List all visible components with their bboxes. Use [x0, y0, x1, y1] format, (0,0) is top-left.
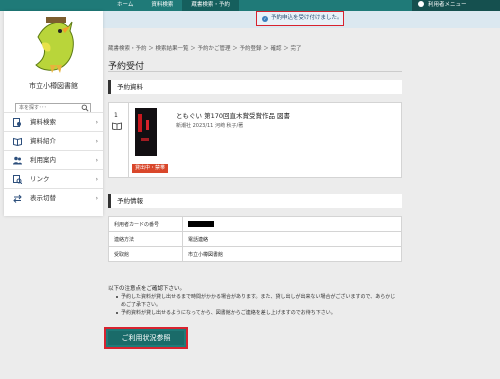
- search-icon[interactable]: [81, 104, 89, 112]
- reservation-info-table: 利用者カードの番号 連絡方法 電話連絡 受取館 市立小樽図書館: [108, 216, 402, 262]
- note-item: 予約した資料が貸し出せるまで時間がかかる場合があります。また、貸し出しが出来ない…: [116, 293, 400, 309]
- user-icon: [418, 1, 424, 7]
- link-search-icon: [13, 175, 22, 184]
- sidebar: 市立小樽図書館 本を探す･･･ 資料検索 › 資料紹介 › 利用案内 › リンク…: [4, 11, 103, 216]
- nav-catalog-reservation[interactable]: 蔵書検索・予約: [182, 0, 239, 11]
- chevron-right-icon: ›: [95, 176, 98, 183]
- sidebar-item-guide[interactable]: 利用案内 ›: [4, 150, 103, 169]
- sidebar-item-search[interactable]: 資料検索 ›: [4, 112, 103, 131]
- sidebar-item-introduction[interactable]: 資料紹介 ›: [4, 131, 103, 150]
- top-nav: ホーム 資料検索 蔵書検索・予約: [108, 0, 239, 11]
- book-title[interactable]: ともぐい 第170回直木賞受賞作品 図書: [176, 110, 290, 120]
- notes-list: 予約した資料が貸し出せるまで時間がかかる場合があります。また、貸し出しが出来ない…: [116, 293, 400, 317]
- user-menu-label: 利用者メニュー: [428, 2, 467, 8]
- reservation-info-heading: 予約情報: [108, 194, 402, 208]
- top-navbar: ホーム 資料検索 蔵書検索・予約 利用者メニュー: [0, 0, 500, 11]
- open-book-icon: [13, 137, 22, 146]
- reserved-items-heading: 予約資料: [108, 80, 402, 94]
- sidebar-item-links[interactable]: リンク ›: [4, 169, 103, 188]
- nav-material-search[interactable]: 資料検索: [142, 0, 182, 11]
- usage-status-button-label: ご利用状況参照: [108, 331, 184, 345]
- sidebar-item-label: 表示切替: [30, 194, 56, 202]
- breadcrumb[interactable]: 蔵書検索・予約 ＞ 検索結果一覧 ＞ 予約かご管理 ＞ 予約登録 ＞ 確認 ＞ …: [108, 44, 302, 52]
- user-menu-button[interactable]: 利用者メニュー: [412, 0, 500, 11]
- book-meta: 新潮社 2023/11 河﨑 秋子/著: [176, 123, 244, 129]
- sidebar-item-label: 利用案内: [30, 156, 56, 164]
- swap-arrows-icon: [13, 194, 22, 203]
- title-divider: [108, 71, 402, 72]
- table-cell-label: 連絡方法: [108, 231, 183, 247]
- table-cell-label: 利用者カードの番号: [108, 216, 183, 232]
- notice-message: 予約申込を受け付けました。: [271, 15, 343, 21]
- chevron-right-icon: ›: [95, 157, 98, 164]
- search-document-icon: [13, 118, 21, 127]
- chevron-right-icon: ›: [95, 138, 98, 145]
- sidebar-item-label: 資料検索: [30, 118, 56, 126]
- table-cell-value: 電話連絡: [182, 231, 402, 247]
- sidebar-item-label: リンク: [30, 175, 50, 183]
- card-divider: [128, 103, 129, 177]
- chevron-right-icon: ›: [95, 119, 98, 126]
- table-cell-label: 受取館: [108, 246, 183, 262]
- book-icon: [112, 122, 122, 130]
- table-row: 連絡方法 電話連絡: [108, 231, 402, 247]
- check-circle-icon: ✓: [262, 16, 268, 22]
- table-row: 利用者カードの番号: [108, 216, 402, 232]
- item-number: 1: [114, 112, 118, 119]
- status-badge: 貸出中・禁帯: [132, 164, 169, 173]
- library-mascot-logo[interactable]: [32, 15, 78, 77]
- library-name: 市立小樽図書館: [29, 82, 78, 90]
- chevron-right-icon: ›: [95, 195, 98, 202]
- note-item: 予約資料が貸し出せるようになってから、図書館からご連絡を差し上げますのでお待ち下…: [116, 309, 400, 317]
- usage-status-button[interactable]: ご利用状況参照: [104, 327, 188, 349]
- nav-home[interactable]: ホーム: [108, 0, 142, 11]
- sidebar-item-display[interactable]: 表示切替 ›: [4, 188, 103, 207]
- table-cell-value: 市立小樽図書館: [182, 246, 402, 262]
- table-row: 受取館 市立小樽図書館: [108, 246, 402, 262]
- redacted-card-number: [188, 220, 214, 227]
- sidebar-item-label: 資料紹介: [30, 137, 56, 145]
- book-cover-image[interactable]: [135, 108, 157, 156]
- success-notice: ✓ 予約申込を受け付けました。: [256, 11, 344, 26]
- users-icon: [13, 156, 22, 165]
- card-number-value: [182, 216, 402, 232]
- search-placeholder: 本を探す･･･: [19, 105, 47, 111]
- notes-heading: 以下の注意点をご確認下さい。: [108, 286, 186, 292]
